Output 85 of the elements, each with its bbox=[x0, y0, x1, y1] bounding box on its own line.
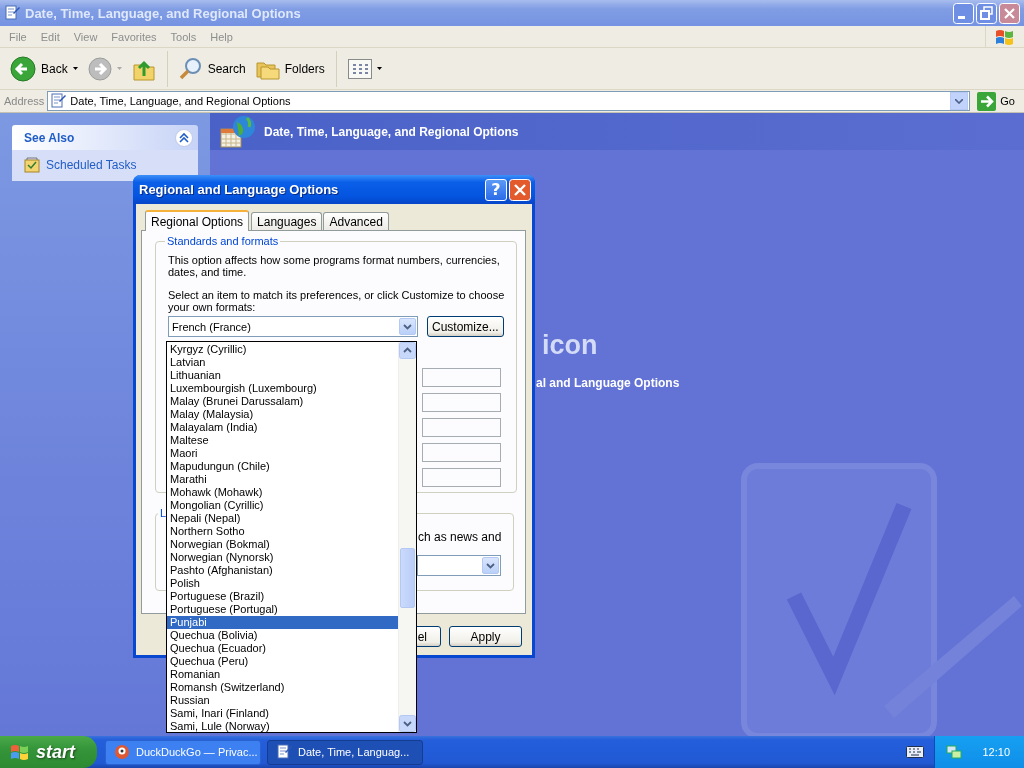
heading-text: icon bbox=[542, 330, 599, 360]
list-item[interactable]: Mongolian (Cyrillic) bbox=[167, 499, 398, 512]
page-icon bbox=[276, 744, 292, 760]
taskbar-button[interactable]: Date, Time, Languag... bbox=[267, 739, 423, 765]
folders-button[interactable]: Folders bbox=[251, 55, 329, 82]
list-item[interactable]: Pashto (Afghanistan) bbox=[167, 564, 398, 577]
description-text: This option affects how some programs format numbers, currencies, dates, and time. bbox=[168, 254, 501, 278]
address-field[interactable]: Date, Time, Language, and Regional Options bbox=[47, 91, 971, 111]
chevron-down-icon bbox=[955, 98, 964, 104]
window-icon bbox=[4, 5, 20, 21]
list-item[interactable]: Mapudungun (Chile) bbox=[167, 460, 398, 473]
location-dropdown[interactable] bbox=[417, 555, 501, 576]
list-item[interactable]: Malay (Brunei Darussalam) bbox=[167, 395, 398, 408]
list-item[interactable]: Northern Sotho bbox=[167, 525, 398, 538]
close-button[interactable] bbox=[999, 2, 1020, 24]
window-title: Date, Time, Language, and Regional Options bbox=[25, 5, 302, 21]
list-item[interactable]: Kyrgyz (Cyrillic) bbox=[167, 343, 398, 356]
start-button[interactable]: start bbox=[0, 736, 97, 768]
magnifier-icon bbox=[178, 56, 203, 81]
scroll-up-button[interactable] bbox=[399, 342, 416, 359]
list-item[interactable]: Mohawk (Mohawk) bbox=[167, 486, 398, 499]
dialog-title: Regional and Language Options bbox=[139, 182, 340, 197]
page-icon bbox=[50, 93, 67, 109]
caret-icon bbox=[72, 67, 78, 70]
section-title: Date, Time, Language, and Regional Options bbox=[264, 124, 519, 139]
list-item[interactable]: Portuguese (Portugal) bbox=[167, 603, 398, 616]
caret-icon bbox=[376, 67, 382, 70]
browser-icon bbox=[114, 744, 130, 760]
list-item[interactable]: Marathi bbox=[167, 473, 398, 486]
list-item[interactable]: Lithuanian bbox=[167, 369, 398, 382]
collapse-chevron-icon[interactable] bbox=[175, 128, 193, 147]
list-item[interactable]: Maori bbox=[167, 447, 398, 460]
list-item[interactable]: Maltese bbox=[167, 434, 398, 447]
panel-header: See Also bbox=[12, 125, 198, 150]
list-item[interactable]: Punjabi bbox=[167, 616, 398, 629]
customize-button[interactable]: Customize... bbox=[427, 316, 504, 337]
list-item[interactable]: Quechua (Bolivia) bbox=[167, 629, 398, 642]
list-item[interactable]: Norwegian (Bokmal) bbox=[167, 538, 398, 551]
scrollbar-thumb[interactable] bbox=[400, 548, 415, 608]
restore-button[interactable] bbox=[976, 2, 997, 24]
list-item[interactable]: Norwegian (Nynorsk) bbox=[167, 551, 398, 564]
list-item[interactable]: Romanian bbox=[167, 668, 398, 681]
views-grid-icon bbox=[347, 58, 372, 79]
chevron-down-icon bbox=[486, 562, 495, 569]
list-item[interactable]: Luxembourgish (Luxembourg) bbox=[167, 382, 398, 395]
list-item[interactable]: Quechua (Peru) bbox=[167, 655, 398, 668]
minimize-button[interactable] bbox=[953, 2, 974, 24]
tab[interactable]: Languages bbox=[251, 212, 323, 230]
list-item[interactable]: Sami, Inari (Finland) bbox=[167, 707, 398, 720]
task-link[interactable]: al and Language Options bbox=[536, 376, 680, 390]
group-title: L bbox=[159, 507, 168, 519]
list-item[interactable]: Polish bbox=[167, 577, 398, 590]
go-button[interactable]: Go bbox=[973, 91, 1021, 111]
list-item[interactable]: Latvian bbox=[167, 356, 398, 369]
format-dropdown[interactable]: French (France) bbox=[168, 316, 418, 337]
scheduled-tasks-icon bbox=[24, 157, 40, 173]
tab[interactable]: Advanced bbox=[323, 212, 389, 230]
list-item[interactable]: Malayalam (India) bbox=[167, 421, 398, 434]
list-item[interactable]: Portuguese (Brazil) bbox=[167, 590, 398, 603]
scroll-down-button[interactable] bbox=[399, 715, 416, 732]
chevron-down-icon bbox=[403, 323, 412, 330]
clock: 12:10 bbox=[982, 746, 1010, 758]
list-item[interactable]: Romansh (Switzerland) bbox=[167, 681, 398, 694]
network-icon bbox=[945, 744, 963, 760]
windows-flag-icon bbox=[10, 743, 30, 761]
tab[interactable]: Regional Options bbox=[145, 210, 250, 231]
dropdown-button[interactable] bbox=[950, 92, 969, 110]
back-button[interactable]: Back bbox=[6, 53, 82, 84]
address-label: Address bbox=[4, 95, 45, 107]
list-item[interactable]: Russian bbox=[167, 694, 398, 707]
group-title: Standards and formats bbox=[166, 235, 280, 247]
instruction-text: Select an item to match its preferences, or click Customize to choose your own formats: bbox=[168, 289, 506, 313]
list-item[interactable]: Malay (Malaysia) bbox=[167, 408, 398, 421]
go-arrow-icon bbox=[977, 91, 997, 111]
globe-calendar-icon bbox=[220, 114, 256, 149]
search-button[interactable]: Search bbox=[174, 54, 250, 83]
list-item[interactable]: Nepali (Nepal) bbox=[167, 512, 398, 525]
keyboard-icon bbox=[906, 746, 924, 758]
caret-icon bbox=[116, 67, 122, 70]
group-text: ch as news and bbox=[418, 530, 503, 544]
list-item[interactable]: Quechua (Ecuador) bbox=[167, 642, 398, 655]
apply-button[interactable]: Apply bbox=[449, 626, 522, 647]
taskbar-button[interactable]: DuckDuckGo — Privac... bbox=[105, 739, 261, 765]
list-item[interactable]: Sami, Lule (Norway) bbox=[167, 720, 398, 732]
close-button[interactable] bbox=[509, 178, 531, 201]
